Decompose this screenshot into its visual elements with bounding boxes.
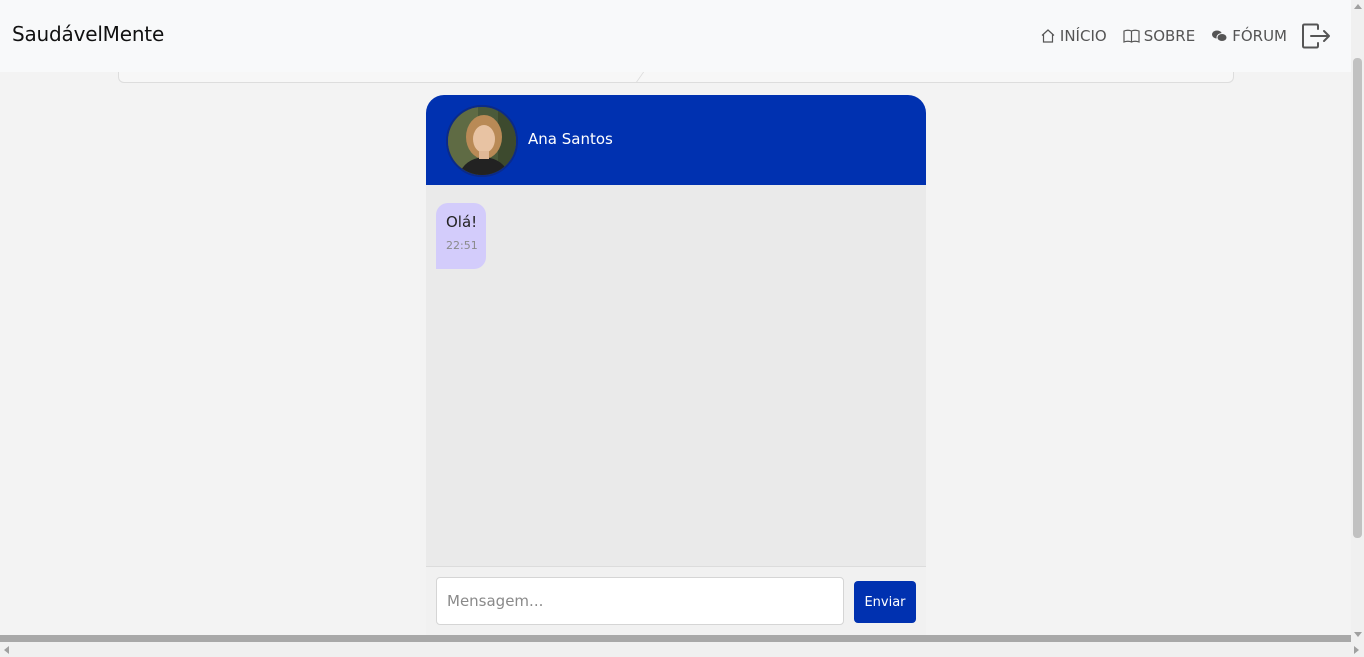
chat-header: Ana Santos [426,95,926,185]
message-time: 22:51 [446,239,478,252]
brand-logo[interactable]: SaudávelMente [12,22,164,46]
scroll-right-arrow-icon[interactable] [1354,646,1359,654]
nav-link-label: SOBRE [1143,27,1196,45]
logout-icon [1302,23,1330,49]
logout-button[interactable] [1301,23,1331,49]
profile-photo-icon [448,107,516,175]
message-composer: Enviar [426,566,926,637]
nav-link-forum[interactable]: FÓRUM [1211,27,1287,45]
chat-bubbles-icon [1212,30,1228,42]
nav-link-label: INÍCIO [1059,27,1107,45]
avatar [446,105,518,177]
nav-link-sobre[interactable]: SOBRE [1123,27,1196,45]
message-bubble: Olá! 22:51 [436,203,486,269]
nav-link-inicio[interactable]: INÍCIO [1040,27,1107,45]
scrollbar-thumb[interactable] [0,635,1351,642]
chat-window: Ana Santos Olá! 22:51 Enviar [426,95,926,637]
contact-name: Ana Santos [528,130,613,148]
horizontal-scrollbar[interactable] [0,635,1364,657]
vertical-scrollbar[interactable] [1351,0,1364,644]
house-icon [1041,29,1055,43]
nav-link-label: FÓRUM [1232,27,1287,45]
book-icon [1123,29,1140,43]
top-navbar: SaudávelMente INÍCIO SOBRE FÓRUM [0,0,1351,72]
message-text: Olá! [446,213,478,231]
nav-links: INÍCIO SOBRE FÓRUM [1024,0,1331,72]
message-list: Olá! 22:51 [426,185,926,566]
message-input[interactable] [436,577,844,625]
scroll-left-arrow-icon[interactable] [4,646,9,654]
send-button[interactable]: Enviar [854,581,916,623]
scroll-up-arrow-icon[interactable] [1354,4,1362,9]
scrollbar-thumb[interactable] [1353,58,1362,538]
